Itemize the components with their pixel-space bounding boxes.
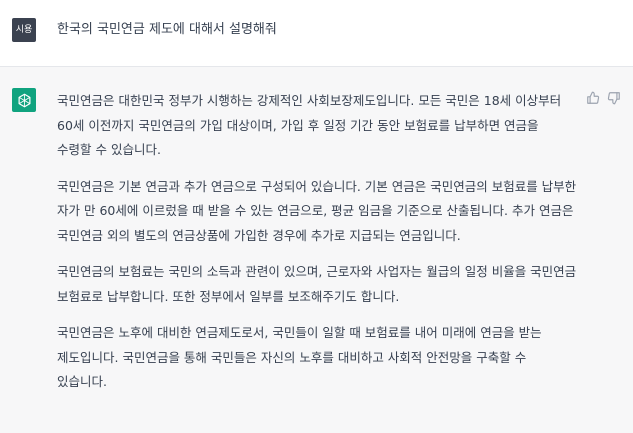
thumbs-up-icon xyxy=(587,91,600,104)
answer-paragraph: 국민연금은 기본 연금과 추가 연금으로 구성되어 있습니다. 기본 연금은 국… xyxy=(57,178,577,243)
assistant-message-row: 국민연금은 대한민국 정부가 시행하는 강제적인 사회보장제도입니다. 모든 국… xyxy=(0,67,633,433)
assistant-avatar xyxy=(12,88,36,112)
thumbs-down-icon xyxy=(607,92,620,105)
user-message-text: 한국의 국민연금 제도에 대해서 설명해줘 xyxy=(57,22,277,37)
thumbs-up-button[interactable] xyxy=(585,90,601,106)
chat-thread: 시용 한국의 국민연금 제도에 대해서 설명해줘 국민연금은 대한민국 정부가 … xyxy=(0,0,633,433)
answer-paragraph: 국민연금의 보험료는 국민의 소득과 관련이 있으며, 근로자와 사업자는 월급… xyxy=(57,264,577,304)
user-message-row: 시용 한국의 국민연금 제도에 대해서 설명해줘 xyxy=(0,0,633,67)
openai-logo-icon xyxy=(18,93,30,107)
thumbs-down-button[interactable] xyxy=(606,90,622,106)
answer-paragraph: 국민연금은 노후에 대비한 연금제도로서, 국민들이 일할 때 보험료를 내어 … xyxy=(57,325,542,389)
assistant-answer: 국민연금은 대한민국 정부가 시행하는 강제적인 사회보장제도입니다. 모든 국… xyxy=(57,89,577,407)
user-avatar: 시용 xyxy=(12,18,36,42)
answer-paragraph: 국민연금은 대한민국 정부가 시행하는 강제적인 사회보장제도입니다. 모든 국… xyxy=(57,93,562,157)
